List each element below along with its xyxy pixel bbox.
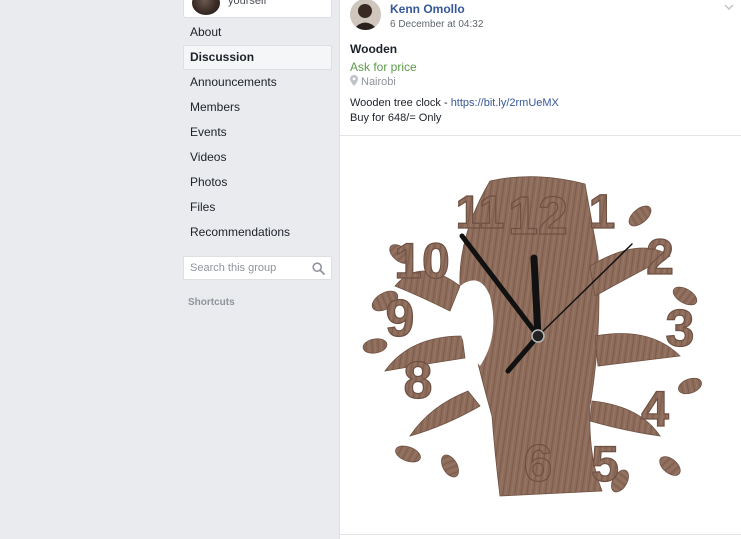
post-card: Kenn Omollo 6 December at 04:32 Wooden A…	[339, 0, 741, 539]
sidebar-item-videos[interactable]: Videos	[183, 145, 332, 170]
shortcuts-heading: Shortcuts	[188, 297, 235, 308]
listing-description-line2: Buy for 648/= Only	[350, 112, 442, 124]
avatar[interactable]	[192, 0, 220, 15]
clock-numeral: 10	[394, 233, 450, 289]
search-icon[interactable]	[312, 262, 325, 275]
listing-description: Wooden tree clock - https://bit.ly/2rmUe…	[350, 97, 559, 109]
chevron-down-icon[interactable]	[724, 3, 734, 11]
group-search	[183, 256, 332, 280]
location-pin-icon	[350, 75, 358, 86]
search-input[interactable]	[184, 257, 308, 279]
sidebar-item-files[interactable]: Files	[183, 195, 332, 220]
author-name[interactable]: Kenn Omollo	[390, 2, 465, 16]
clock-numeral: 8	[404, 352, 433, 410]
author-avatar[interactable]	[350, 0, 381, 30]
clock-numeral: 3	[666, 300, 695, 358]
clock-numeral: 9	[386, 290, 415, 348]
listing-price: Ask for price	[350, 60, 417, 74]
clock-numeral: 11	[456, 186, 505, 238]
sidebar-item-recommendations[interactable]: Recommendations	[183, 220, 332, 245]
clock-numeral: 6	[524, 435, 553, 493]
clock-numeral: 12	[508, 186, 568, 246]
listing-title: Wooden	[350, 42, 398, 56]
sidebar-item-discussion[interactable]: Discussion	[183, 45, 332, 70]
profile-card[interactable]: yourself	[183, 0, 332, 18]
clock-numeral: 1	[589, 186, 616, 239]
clock-numeral: 5	[591, 436, 619, 492]
post-timestamp[interactable]: 6 December at 04:32	[390, 19, 483, 30]
avatar-photo-icon	[350, 0, 381, 30]
sidebar-item-photos[interactable]: Photos	[183, 170, 332, 195]
listing-link[interactable]: https://bit.ly/2rmUeMX	[451, 97, 559, 109]
location-text: Nairobi	[361, 76, 396, 88]
sidebar-nav: About Discussion Announcements Members E…	[183, 20, 332, 245]
listing-photo[interactable]: 12 1 2 3 4 5 6 8 9 10 11	[340, 136, 741, 531]
clock-numeral: 2	[646, 229, 674, 285]
profile-text[interactable]: yourself	[228, 0, 267, 7]
listing-location: Nairobi	[350, 75, 396, 88]
sidebar-item-announcements[interactable]: Announcements	[183, 70, 332, 95]
sidebar-item-members[interactable]: Members	[183, 95, 332, 120]
clock-numeral: 4	[641, 381, 669, 437]
sidebar-item-about[interactable]: About	[183, 20, 332, 45]
divider	[340, 534, 741, 535]
description-text: Wooden tree clock -	[350, 97, 451, 109]
wooden-clock-image: 12 1 2 3 4 5 6 8 9 10 11	[362, 176, 702, 497]
sidebar-item-events[interactable]: Events	[183, 120, 332, 145]
